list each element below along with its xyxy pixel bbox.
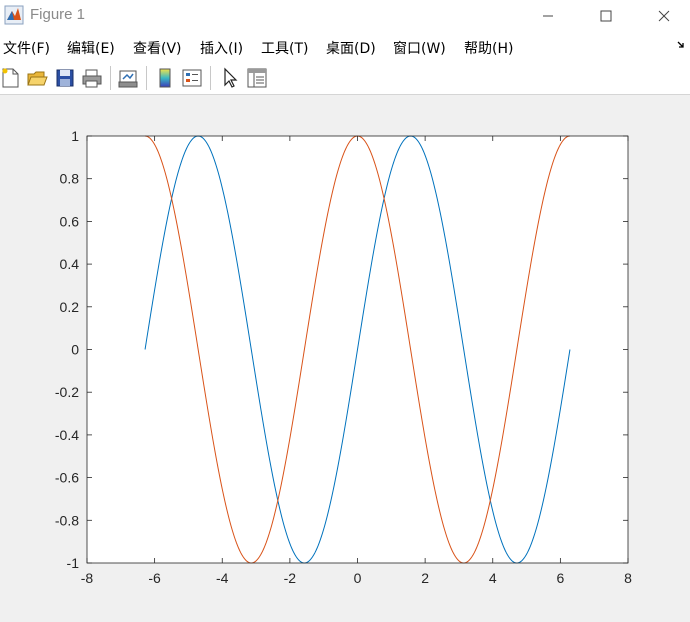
- y-tick-label: -0.8: [55, 512, 79, 528]
- open-file-icon[interactable]: [26, 67, 48, 89]
- x-tick-label: 4: [489, 570, 497, 586]
- edit-plot-icon[interactable]: [219, 67, 241, 89]
- menu-view[interactable]: 查看(V): [133, 38, 182, 58]
- x-tick-label: 2: [421, 570, 429, 586]
- y-tick-label: -0.2: [55, 384, 79, 400]
- menu-help[interactable]: 帮助(H): [464, 38, 513, 58]
- property-inspector-icon[interactable]: [246, 67, 268, 89]
- close-button[interactable]: [641, 0, 687, 32]
- y-tick-label: 0.8: [60, 171, 80, 187]
- menu-insert[interactable]: 插入(I): [200, 38, 243, 58]
- y-tick-label: -0.6: [55, 470, 79, 486]
- y-tick-label: 0.2: [60, 299, 80, 315]
- save-icon[interactable]: [54, 67, 76, 89]
- print-icon[interactable]: [81, 67, 103, 89]
- menu-window[interactable]: 窗口(W): [393, 38, 446, 58]
- title-bar: Figure 1: [0, 0, 690, 32]
- x-tick-label: 0: [354, 570, 362, 586]
- insert-colorbar-icon[interactable]: [154, 67, 176, 89]
- new-figure-icon[interactable]: [0, 67, 22, 89]
- matlab-logo-icon: [4, 5, 24, 25]
- toolbar-separator: [146, 66, 147, 90]
- menu-bar: 文件(F) 编辑(E) 查看(V) 插入(I) 工具(T) 桌面(D) 窗口(W…: [0, 32, 690, 60]
- y-tick-label: 0: [71, 342, 79, 358]
- menu-edit[interactable]: 编辑(E): [67, 38, 115, 58]
- figure-canvas: -8 -6 -4 -2 0 2 4 6 8 -1 -0.8 -0.6 -0.4 -0.2 0 0.2 0.4 0.…: [0, 95, 690, 618]
- x-tick-label: -2: [284, 570, 297, 586]
- window-title: Figure 1: [30, 6, 86, 23]
- x-tick-label: -4: [216, 570, 229, 586]
- maximize-button[interactable]: [583, 0, 629, 32]
- insert-legend-icon[interactable]: [181, 67, 203, 89]
- minimize-button[interactable]: [525, 0, 571, 32]
- y-tick-label: 0.6: [60, 213, 80, 229]
- y-tick-label: -0.4: [55, 427, 79, 443]
- toolbar-separator: [110, 66, 111, 90]
- x-tick-label: -6: [148, 570, 161, 586]
- menu-desktop[interactable]: 桌面(D): [326, 38, 376, 58]
- menu-file[interactable]: 文件(F): [3, 38, 50, 58]
- menu-tools[interactable]: 工具(T): [261, 38, 308, 58]
- line-chart[interactable]: -8 -6 -4 -2 0 2 4 6 8 -1 -0.8 -0.6 -0.4 -0.2 0 0.2 0.4 0.…: [0, 95, 690, 618]
- x-tick-label: -8: [81, 570, 94, 586]
- x-tick-label: 8: [624, 570, 632, 586]
- dock-arrow-icon[interactable]: [677, 40, 687, 50]
- close-icon: [658, 10, 670, 22]
- y-tick-label: 1: [71, 128, 79, 144]
- y-tick-label: -1: [67, 555, 80, 571]
- link-plot-icon[interactable]: [117, 67, 139, 89]
- minimize-icon: [543, 15, 553, 17]
- toolbar: [0, 60, 690, 95]
- y-tick-label: 0.4: [60, 256, 80, 272]
- maximize-icon: [600, 10, 612, 22]
- x-tick-label: 6: [556, 570, 564, 586]
- toolbar-separator: [210, 66, 211, 90]
